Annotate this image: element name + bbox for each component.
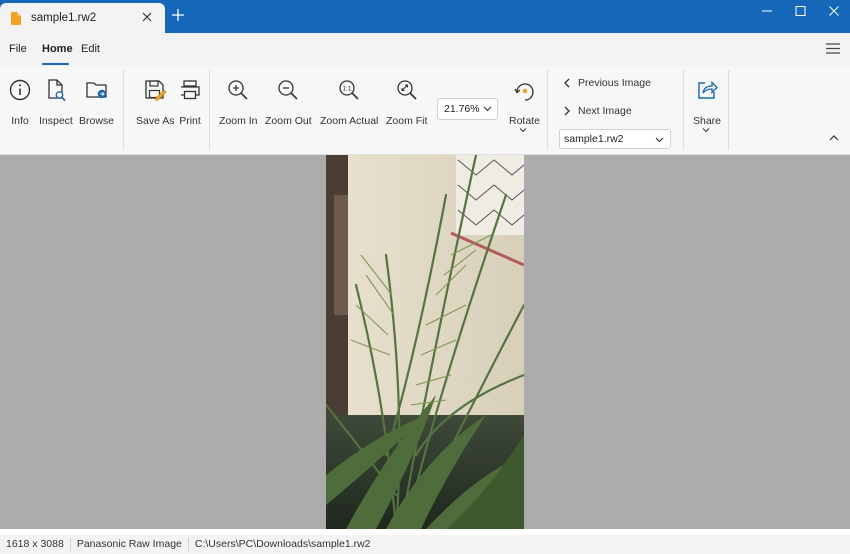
share-dropdown-icon[interactable] <box>702 127 710 133</box>
file-path: C:\Users\PC\Downloads\sample1.rw2 <box>194 538 371 550</box>
zoom-out-icon <box>278 80 298 100</box>
ribbon-separator <box>209 70 210 150</box>
close-tab-icon[interactable] <box>141 11 153 23</box>
zoom-level-select[interactable]: 21.76% <box>437 98 498 120</box>
rotate-icon <box>514 83 535 101</box>
rotate-label: Rotate <box>509 115 540 127</box>
zoom-fit-label: Zoom Fit <box>386 115 428 127</box>
file-select[interactable]: sample1.rw2 <box>559 129 671 149</box>
ribbon-separator <box>683 70 684 150</box>
zoom-actual-icon: 1:1 <box>339 80 359 100</box>
svg-text:1:1: 1:1 <box>343 86 352 93</box>
active-menu-indicator <box>42 63 69 65</box>
zoom-out-button[interactable]: Zoom Out <box>265 78 312 127</box>
printer-icon <box>181 80 200 100</box>
chevron-down-icon <box>483 106 492 112</box>
zoom-fit-icon <box>397 80 417 100</box>
browse-label: Browse <box>79 115 115 127</box>
ribbon-separator <box>728 70 729 150</box>
share-label: Share <box>693 115 722 127</box>
inspect-button[interactable]: Inspect <box>39 78 73 127</box>
print-label: Print <box>179 115 201 127</box>
palm-leaves-photo <box>326 155 524 529</box>
menu-edit[interactable]: Edit <box>81 43 100 55</box>
zoom-out-label: Zoom Out <box>265 115 312 127</box>
browse-button[interactable]: Browse <box>79 78 114 127</box>
info-icon <box>9 79 31 101</box>
zoom-in-label: Zoom In <box>219 115 258 127</box>
save-as-icon <box>145 80 167 101</box>
share-button[interactable]: Share <box>693 78 721 127</box>
file-icon <box>11 11 21 25</box>
chevron-left-icon <box>564 78 570 88</box>
info-button[interactable]: Info <box>8 78 32 127</box>
next-image-button[interactable]: Next Image <box>563 105 632 117</box>
new-tab-icon[interactable] <box>171 8 185 22</box>
save-as-label: Save As <box>136 115 175 127</box>
close-icon[interactable] <box>825 4 843 18</box>
print-button[interactable]: Print <box>178 78 202 127</box>
zoom-actual-button[interactable]: 1:1 Zoom Actual <box>320 78 378 127</box>
file-select-value: sample1.rw2 <box>564 133 624 145</box>
menu-file[interactable]: File <box>9 43 27 55</box>
collapse-ribbon-icon[interactable] <box>829 134 839 142</box>
image-dimensions: 1618 x 3088 <box>0 538 71 551</box>
previous-image-button[interactable]: Previous Image <box>563 77 651 89</box>
rotate-button[interactable]: Rotate <box>509 78 540 127</box>
ribbon-separator <box>547 70 548 150</box>
chevron-right-icon <box>564 106 570 116</box>
zoom-in-icon <box>228 80 248 100</box>
folder-icon <box>85 82 107 99</box>
ribbon-toolbar: Info Inspect Browse Save As Print Zoom I… <box>0 66 850 155</box>
zoom-actual-label: Zoom Actual <box>320 115 379 127</box>
zoom-fit-button[interactable]: Zoom Fit <box>386 78 427 127</box>
maximize-icon[interactable] <box>791 4 809 18</box>
inspect-label: Inspect <box>39 115 73 127</box>
menu-bar: File Home Edit <box>0 33 850 66</box>
tab-title: sample1.rw2 <box>31 12 97 24</box>
zoom-level-value: 21.76% <box>444 103 480 115</box>
minimize-icon[interactable] <box>758 4 776 18</box>
share-icon <box>698 80 718 99</box>
info-label: Info <box>11 115 29 127</box>
rotate-dropdown-icon[interactable] <box>519 127 527 133</box>
previous-image-label: Previous Image <box>578 77 651 89</box>
save-as-button[interactable]: Save As <box>136 78 175 127</box>
document-tab[interactable]: sample1.rw2 <box>0 3 165 33</box>
title-bar: sample1.rw2 <box>0 0 850 33</box>
status-bar: 1618 x 3088 Panasonic Raw Image C:\Users… <box>0 535 850 554</box>
menu-home[interactable]: Home <box>42 43 73 55</box>
ribbon-separator <box>123 70 124 150</box>
hamburger-menu-icon[interactable] <box>826 43 840 54</box>
image-type: Panasonic Raw Image <box>71 538 189 551</box>
inspect-icon <box>48 79 66 102</box>
chevron-down-icon <box>655 137 664 143</box>
zoom-in-button[interactable]: Zoom In <box>219 78 258 127</box>
next-image-label: Next Image <box>578 105 632 117</box>
